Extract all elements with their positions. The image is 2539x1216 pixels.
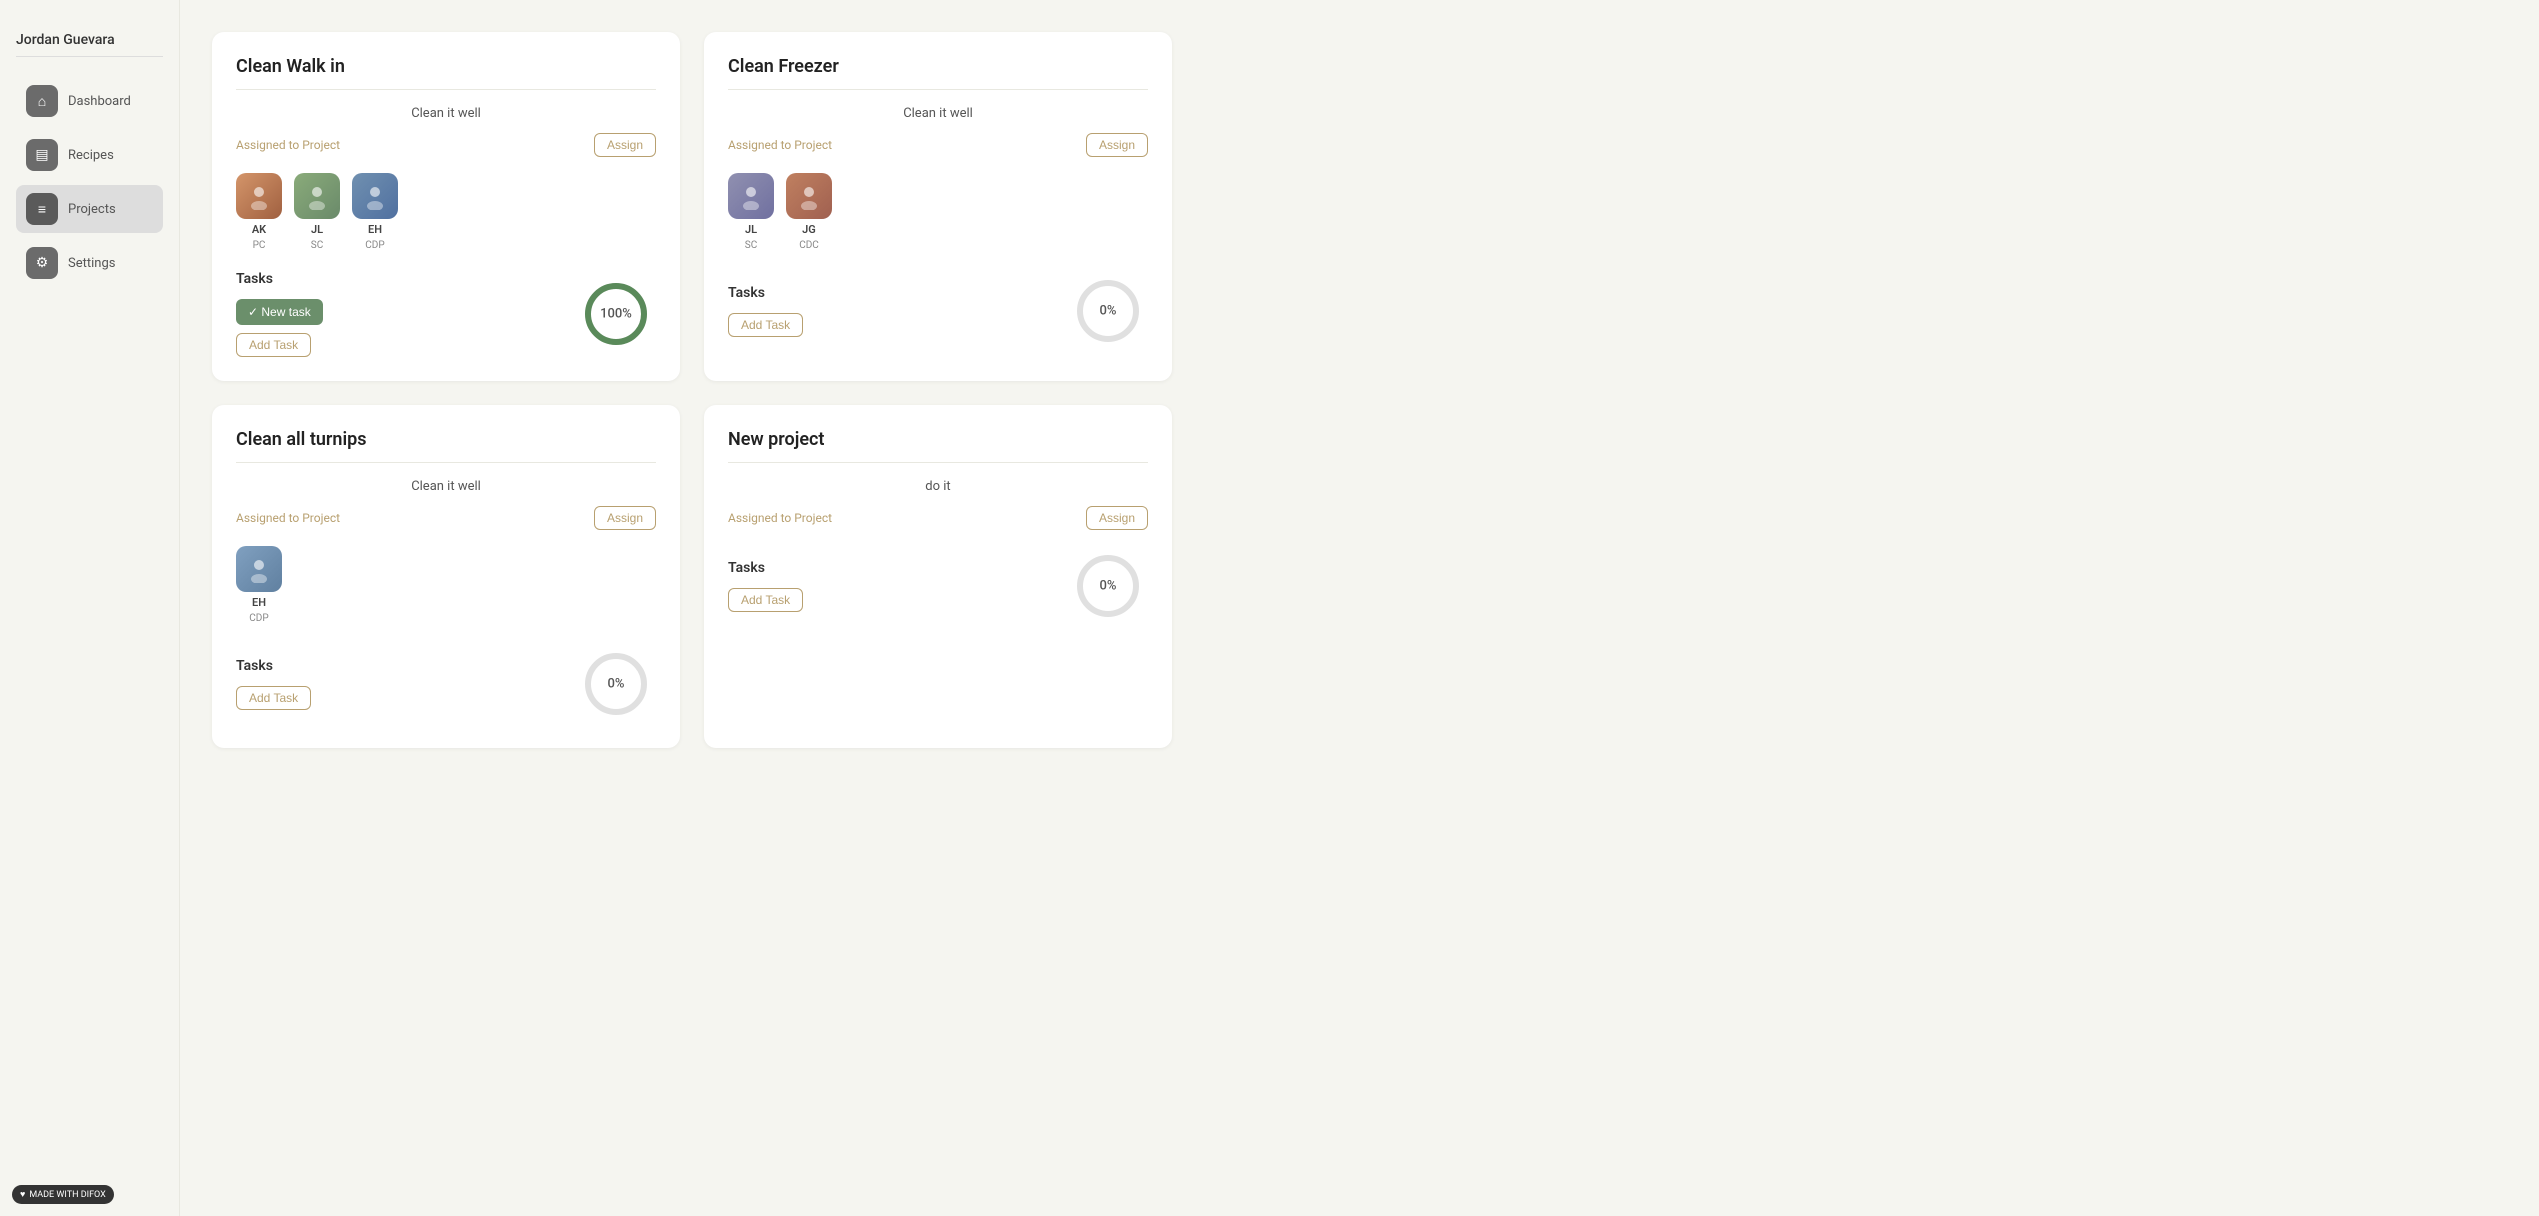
avatar-initials: JL: [311, 223, 323, 236]
sidebar-item-label: Projects: [68, 202, 116, 217]
project-card-clean-walk-in: Clean Walk in Clean it well Assigned to Pr…: [212, 32, 680, 381]
project-title: Clean all turnips: [236, 429, 656, 450]
assign-button[interactable]: Assign: [594, 133, 656, 157]
dashboard-icon: ⌂: [26, 85, 58, 117]
project-description: Clean it well: [236, 106, 656, 121]
tasks-left: Tasks Add Task: [728, 560, 1068, 612]
avatar-item: EH CDP: [236, 546, 282, 624]
avatar-initials: JL: [745, 223, 757, 236]
avatar: [294, 173, 340, 219]
avatar-initials: EH: [252, 596, 266, 609]
sidebar-item-recipes[interactable]: ▤ Recipes: [16, 131, 163, 179]
tasks-left: Tasks ✓ New task Add Task: [236, 271, 576, 357]
assign-row: Assigned to Project Assign: [236, 506, 656, 530]
project-title: New project: [728, 429, 1148, 450]
project-description: Clean it well: [236, 479, 656, 494]
tasks-section: Tasks Add Task 0%: [728, 271, 1148, 351]
assign-row: Assigned to Project Assign: [728, 506, 1148, 530]
project-description: do it: [728, 479, 1148, 494]
avatar-role: CDC: [799, 240, 819, 251]
sidebar-item-projects[interactable]: ≡ Projects: [16, 185, 163, 233]
tasks-left: Tasks Add Task: [728, 285, 1068, 337]
project-divider: [236, 462, 656, 463]
sidebar-item-settings[interactable]: ⚙ Settings: [16, 239, 163, 287]
tasks-section: Tasks Add Task 0%: [728, 546, 1148, 626]
settings-icon: ⚙: [26, 247, 58, 279]
avatar-role: SC: [745, 240, 757, 251]
avatar-initials: AK: [252, 223, 266, 236]
assigned-to-project-label: Assigned to Project: [236, 138, 340, 152]
project-divider: [728, 89, 1148, 90]
avatar-role: PC: [253, 240, 266, 251]
main-content: Clean Walk in Clean it well Assigned to Pr…: [180, 0, 2539, 1216]
project-title: Clean Freezer: [728, 56, 1148, 77]
project-divider: [728, 462, 1148, 463]
project-card-clean-all-turnips: Clean all turnips Clean it well Assigned t…: [212, 405, 680, 748]
avatar: [786, 173, 832, 219]
assigned-to-project-label: Assigned to Project: [236, 511, 340, 525]
avatars-row: JL SC JG CDC: [728, 173, 1148, 251]
tasks-section: Tasks ✓ New task Add Task 100%: [236, 271, 656, 357]
project-description: Clean it well: [728, 106, 1148, 121]
avatar-initials: JG: [802, 223, 816, 236]
assign-row: Assigned to Project Assign: [728, 133, 1148, 157]
project-card-new-project: New projectdo itAssigned to ProjectAssig…: [704, 405, 1172, 748]
add-task-button[interactable]: Add Task: [236, 333, 311, 357]
assign-button[interactable]: Assign: [1086, 506, 1148, 530]
avatar-item: JL SC: [294, 173, 340, 251]
tasks-left: Tasks Add Task: [236, 658, 576, 710]
sidebar: Jordan Guevara ⌂ Dashboard ▤ Recipes ≡ P…: [0, 0, 180, 1216]
tasks-label: Tasks: [236, 658, 576, 674]
projects-grid: Clean Walk in Clean it well Assigned to Pr…: [212, 32, 1172, 748]
progress-circle: 0%: [576, 644, 656, 724]
avatar-role: SC: [311, 240, 323, 251]
tasks-section: Tasks Add Task 0%: [236, 644, 656, 724]
avatars-row: AK PC JL SC EH CDP: [236, 173, 656, 251]
assign-button[interactable]: Assign: [594, 506, 656, 530]
assign-row: Assigned to Project Assign: [236, 133, 656, 157]
progress-label: 0%: [608, 677, 625, 692]
avatar-initials: EH: [368, 223, 382, 236]
avatar: [728, 173, 774, 219]
avatar-role: CDP: [365, 240, 384, 251]
avatar-role: CDP: [249, 613, 268, 624]
avatar: [352, 173, 398, 219]
avatar-item: JL SC: [728, 173, 774, 251]
add-task-button[interactable]: Add Task: [728, 313, 803, 337]
new-task-button[interactable]: ✓ New task: [236, 299, 323, 325]
avatar: [236, 546, 282, 592]
projects-icon: ≡: [26, 193, 58, 225]
sidebar-nav: ⌂ Dashboard ▤ Recipes ≡ Projects ⚙ Setti…: [16, 77, 163, 287]
avatar: [236, 173, 282, 219]
project-title: Clean Walk in: [236, 56, 656, 77]
avatar-item: AK PC: [236, 173, 282, 251]
progress-label: 0%: [1100, 304, 1117, 319]
assigned-to-project-label: Assigned to Project: [728, 138, 832, 152]
project-divider: [236, 89, 656, 90]
add-task-button[interactable]: Add Task: [236, 686, 311, 710]
made-with-badge: ♥ MADE WITH DIFOX: [12, 1185, 114, 1204]
avatar-item: EH CDP: [352, 173, 398, 251]
assign-button[interactable]: Assign: [1086, 133, 1148, 157]
sidebar-item-label: Settings: [68, 256, 115, 271]
assigned-to-project-label: Assigned to Project: [728, 511, 832, 525]
progress-label: 0%: [1100, 579, 1117, 594]
progress-circle: 0%: [1068, 546, 1148, 626]
progress-label: 100%: [600, 307, 632, 322]
sidebar-item-dashboard[interactable]: ⌂ Dashboard: [16, 77, 163, 125]
progress-circle: 100%: [576, 274, 656, 354]
project-card-clean-freezer: Clean Freezer Clean it well Assigned to Pr…: [704, 32, 1172, 381]
tasks-label: Tasks: [728, 285, 1068, 301]
recipes-icon: ▤: [26, 139, 58, 171]
sidebar-item-label: Recipes: [68, 148, 114, 163]
sidebar-user: Jordan Guevara: [16, 24, 163, 57]
add-task-button[interactable]: Add Task: [728, 588, 803, 612]
tasks-label: Tasks: [728, 560, 1068, 576]
progress-circle: 0%: [1068, 271, 1148, 351]
tasks-label: Tasks: [236, 271, 576, 287]
avatar-item: JG CDC: [786, 173, 832, 251]
avatars-row: EH CDP: [236, 546, 656, 624]
sidebar-item-label: Dashboard: [68, 94, 131, 109]
